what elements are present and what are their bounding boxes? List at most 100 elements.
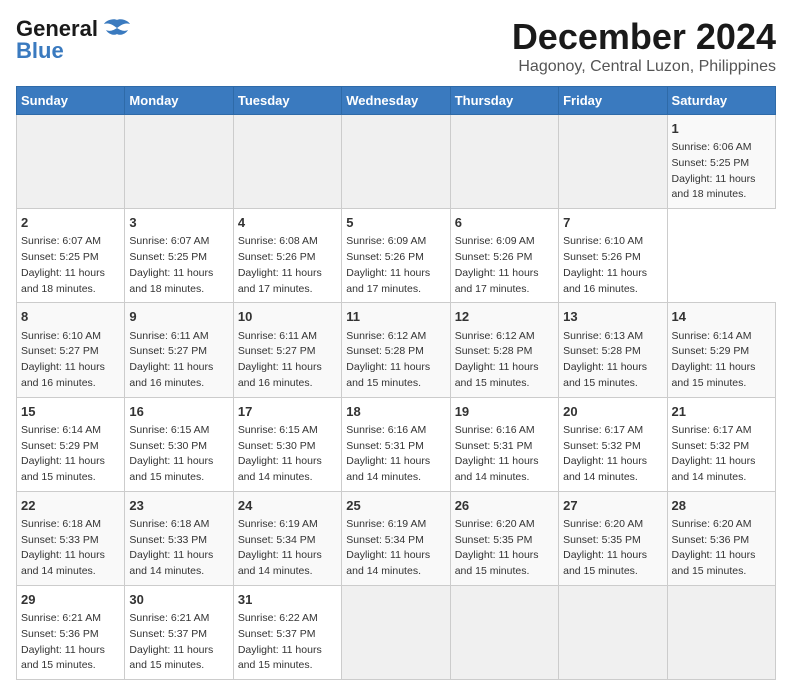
title-section: December 2024 Hagonoy, Central Luzon, Ph…: [512, 16, 776, 76]
calendar-cell: 14 Sunrise: 6:14 AMSunset: 5:29 PMDayligh…: [667, 303, 775, 397]
day-number: 8: [21, 308, 120, 326]
day-info: Sunrise: 6:11 AMSunset: 5:27 PMDaylight:…: [129, 329, 228, 392]
week-row-2: 2Sunrise: 6:07 AMSunset: 5:25 PMDaylight…: [17, 209, 776, 303]
calendar-cell: 9 Sunrise: 6:11 AMSunset: 5:27 PMDaylight…: [125, 303, 233, 397]
day-number: 31: [238, 591, 337, 609]
calendar-cell: [125, 115, 233, 209]
calendar-cell: 11 Sunrise: 6:12 AMSunset: 5:28 PMDayligh…: [342, 303, 450, 397]
calendar-cell: 20Sunrise: 6:17 AMSunset: 5:32 PMDayligh…: [559, 397, 667, 491]
day-number: 15: [21, 403, 120, 421]
day-number: 13: [563, 308, 662, 326]
calendar-cell: [342, 115, 450, 209]
day-number: 5: [346, 214, 445, 232]
day-info: Sunrise: 6:12 AMSunset: 5:28 PMDaylight:…: [455, 329, 554, 392]
day-info: Sunrise: 6:10 AMSunset: 5:26 PMDaylight:…: [563, 234, 662, 297]
day-number: 30: [129, 591, 228, 609]
day-number: 26: [455, 497, 554, 515]
main-title: December 2024: [512, 16, 776, 58]
day-number: 14: [672, 308, 771, 326]
calendar-cell: 28Sunrise: 6:20 AMSunset: 5:36 PMDayligh…: [667, 491, 775, 585]
logo-bird-icon: [102, 18, 132, 40]
day-info: Sunrise: 6:07 AMSunset: 5:25 PMDaylight:…: [129, 234, 228, 297]
calendar-cell: 22 Sunrise: 6:18 AMSunset: 5:33 PMDayligh…: [17, 491, 125, 585]
day-number: 27: [563, 497, 662, 515]
header-thursday: Thursday: [450, 87, 558, 115]
day-number: 21: [672, 403, 771, 421]
day-number: 25: [346, 497, 445, 515]
day-info: Sunrise: 6:13 AMSunset: 5:28 PMDaylight:…: [563, 329, 662, 392]
day-info: Sunrise: 6:17 AMSunset: 5:32 PMDaylight:…: [563, 423, 662, 486]
day-info: Sunrise: 6:19 AMSunset: 5:34 PMDaylight:…: [346, 517, 445, 580]
day-number: 18: [346, 403, 445, 421]
calendar-header: SundayMondayTuesdayWednesdayThursdayFrid…: [17, 87, 776, 115]
week-row-4: 15 Sunrise: 6:14 AMSunset: 5:29 PMDayligh…: [17, 397, 776, 491]
day-info: Sunrise: 6:18 AMSunset: 5:33 PMDaylight:…: [129, 517, 228, 580]
header-friday: Friday: [559, 87, 667, 115]
day-info: Sunrise: 6:16 AMSunset: 5:31 PMDaylight:…: [346, 423, 445, 486]
calendar-cell: 18 Sunrise: 6:16 AMSunset: 5:31 PMDayligh…: [342, 397, 450, 491]
calendar-cell: 7 Sunrise: 6:10 AMSunset: 5:26 PMDaylight…: [559, 209, 667, 303]
calendar-cell: 8 Sunrise: 6:10 AMSunset: 5:27 PMDaylight…: [17, 303, 125, 397]
day-info: Sunrise: 6:08 AMSunset: 5:26 PMDaylight:…: [238, 234, 337, 297]
calendar-cell: 2Sunrise: 6:07 AMSunset: 5:25 PMDaylight…: [17, 209, 125, 303]
calendar-cell: 5 Sunrise: 6:09 AMSunset: 5:26 PMDaylight…: [342, 209, 450, 303]
calendar-cell: [667, 585, 775, 679]
week-row-5: 22 Sunrise: 6:18 AMSunset: 5:33 PMDayligh…: [17, 491, 776, 585]
day-number: 3: [129, 214, 228, 232]
calendar-table: SundayMondayTuesdayWednesdayThursdayFrid…: [16, 86, 776, 680]
day-info: Sunrise: 6:12 AMSunset: 5:28 PMDaylight:…: [346, 329, 445, 392]
logo: General Blue: [16, 16, 132, 64]
day-number: 12: [455, 308, 554, 326]
day-info: Sunrise: 6:20 AMSunset: 5:35 PMDaylight:…: [455, 517, 554, 580]
calendar-cell: [233, 115, 341, 209]
day-number: 10: [238, 308, 337, 326]
day-number: 9: [129, 308, 228, 326]
week-row-1: 1Sunrise: 6:06 AMSunset: 5:25 PMDaylight…: [17, 115, 776, 209]
day-info: Sunrise: 6:15 AMSunset: 5:30 PMDaylight:…: [238, 423, 337, 486]
day-info: Sunrise: 6:14 AMSunset: 5:29 PMDaylight:…: [21, 423, 120, 486]
calendar-cell: 31 Sunrise: 6:22 AMSunset: 5:37 PMDayligh…: [233, 585, 341, 679]
day-info: Sunrise: 6:09 AMSunset: 5:26 PMDaylight:…: [346, 234, 445, 297]
calendar-cell: 25 Sunrise: 6:19 AMSunset: 5:34 PMDayligh…: [342, 491, 450, 585]
subtitle: Hagonoy, Central Luzon, Philippines: [512, 58, 776, 76]
day-info: Sunrise: 6:22 AMSunset: 5:37 PMDaylight:…: [238, 611, 337, 674]
header-tuesday: Tuesday: [233, 87, 341, 115]
day-info: Sunrise: 6:06 AMSunset: 5:25 PMDaylight:…: [672, 140, 771, 203]
calendar-cell: 10 Sunrise: 6:11 AMSunset: 5:27 PMDayligh…: [233, 303, 341, 397]
day-number: 11: [346, 308, 445, 326]
day-number: 24: [238, 497, 337, 515]
header-wednesday: Wednesday: [342, 87, 450, 115]
day-number: 22: [21, 497, 120, 515]
calendar-cell: 24 Sunrise: 6:19 AMSunset: 5:34 PMDayligh…: [233, 491, 341, 585]
calendar-cell: 1Sunrise: 6:06 AMSunset: 5:25 PMDaylight…: [667, 115, 775, 209]
calendar-cell: 12 Sunrise: 6:12 AMSunset: 5:28 PMDayligh…: [450, 303, 558, 397]
calendar-cell: 17 Sunrise: 6:15 AMSunset: 5:30 PMDayligh…: [233, 397, 341, 491]
day-number: 4: [238, 214, 337, 232]
day-number: 17: [238, 403, 337, 421]
day-number: 19: [455, 403, 554, 421]
calendar-cell: 23 Sunrise: 6:18 AMSunset: 5:33 PMDayligh…: [125, 491, 233, 585]
day-info: Sunrise: 6:18 AMSunset: 5:33 PMDaylight:…: [21, 517, 120, 580]
day-info: Sunrise: 6:20 AMSunset: 5:35 PMDaylight:…: [563, 517, 662, 580]
calendar-body: 1Sunrise: 6:06 AMSunset: 5:25 PMDaylight…: [17, 115, 776, 680]
day-number: 7: [563, 214, 662, 232]
day-number: 23: [129, 497, 228, 515]
header-monday: Monday: [125, 87, 233, 115]
calendar-cell: [450, 585, 558, 679]
day-info: Sunrise: 6:19 AMSunset: 5:34 PMDaylight:…: [238, 517, 337, 580]
day-info: Sunrise: 6:10 AMSunset: 5:27 PMDaylight:…: [21, 329, 120, 392]
calendar-cell: 30 Sunrise: 6:21 AMSunset: 5:37 PMDayligh…: [125, 585, 233, 679]
calendar-cell: 16Sunrise: 6:15 AMSunset: 5:30 PMDayligh…: [125, 397, 233, 491]
week-row-3: 8 Sunrise: 6:10 AMSunset: 5:27 PMDaylight…: [17, 303, 776, 397]
calendar-cell: 15 Sunrise: 6:14 AMSunset: 5:29 PMDayligh…: [17, 397, 125, 491]
calendar-cell: 13 Sunrise: 6:13 AMSunset: 5:28 PMDayligh…: [559, 303, 667, 397]
day-info: Sunrise: 6:21 AMSunset: 5:37 PMDaylight:…: [129, 611, 228, 674]
day-number: 16: [129, 403, 228, 421]
calendar-cell: [559, 115, 667, 209]
calendar-cell: 6Sunrise: 6:09 AMSunset: 5:26 PMDaylight…: [450, 209, 558, 303]
day-number: 6: [455, 214, 554, 232]
day-info: Sunrise: 6:14 AMSunset: 5:29 PMDaylight:…: [672, 329, 771, 392]
header-sunday: Sunday: [17, 87, 125, 115]
day-info: Sunrise: 6:11 AMSunset: 5:27 PMDaylight:…: [238, 329, 337, 392]
day-info: Sunrise: 6:20 AMSunset: 5:36 PMDaylight:…: [672, 517, 771, 580]
